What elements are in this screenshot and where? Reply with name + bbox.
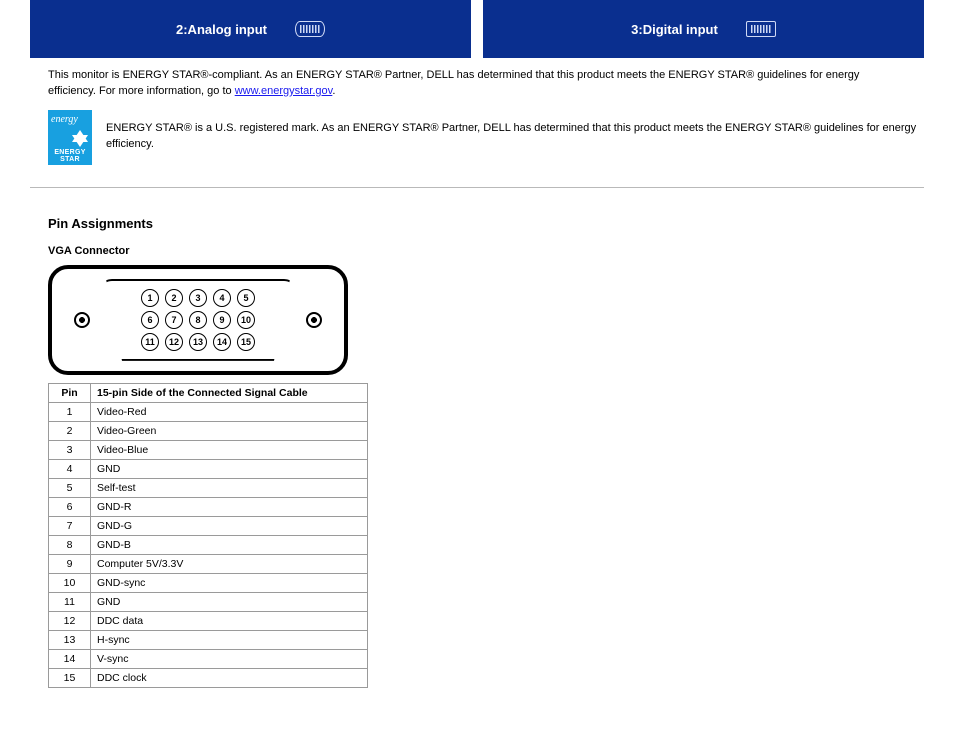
table-header-pin: Pin	[49, 383, 91, 402]
section-divider	[30, 187, 924, 188]
table-body: 1Video-Red 2Video-Green 3Video-Blue 4GND…	[49, 402, 368, 687]
digital-input-banner: 3:Digital input	[483, 0, 924, 58]
vga-screw-left	[74, 312, 90, 328]
table-row: 13H-sync	[49, 630, 368, 649]
cell-signal: Video-Blue	[91, 440, 368, 459]
table-row: 12DDC data	[49, 611, 368, 630]
vga-pin-row-3: 11 12 13 14 15	[141, 333, 255, 351]
energystar-link[interactable]: www.energystar.gov	[235, 85, 333, 97]
table-row: 15DDC clock	[49, 668, 368, 687]
digital-input-label: 3:Digital input	[631, 22, 718, 37]
table-row: 8GND-B	[49, 535, 368, 554]
cell-pin: 11	[49, 592, 91, 611]
vga-pin: 11	[141, 333, 159, 351]
vga-connector-heading: VGA Connector	[48, 245, 954, 257]
cell-pin: 2	[49, 421, 91, 440]
input-mode-banners: 2:Analog input 3:Digital input	[0, 0, 954, 58]
cell-signal: V-sync	[91, 649, 368, 668]
pin-assignments-heading: Pin Assignments	[48, 216, 954, 231]
cell-pin: 8	[49, 535, 91, 554]
cell-signal: Self-test	[91, 478, 368, 497]
cell-signal: GND-B	[91, 535, 368, 554]
vga-port-icon	[295, 21, 325, 37]
table-row: 10GND-sync	[49, 573, 368, 592]
table-row: 14V-sync	[49, 649, 368, 668]
vga-connector-diagram: 1 2 3 4 5 6 7 8 9 10 11 12 13 14 15	[48, 265, 348, 375]
vga-pin: 8	[189, 311, 207, 329]
vga-pin: 2	[165, 289, 183, 307]
cell-signal: DDC clock	[91, 668, 368, 687]
table-header-signal: 15-pin Side of the Connected Signal Cabl…	[91, 383, 368, 402]
energy-star-note: ENERGY STAR® is a U.S. registered mark. …	[106, 121, 924, 153]
cell-pin: 7	[49, 516, 91, 535]
star-icon	[72, 130, 88, 142]
vga-pin: 1	[141, 289, 159, 307]
vga-screw-right	[306, 312, 322, 328]
vga-pin: 3	[189, 289, 207, 307]
cell-signal: DDC data	[91, 611, 368, 630]
vga-pin: 14	[213, 333, 231, 351]
cell-signal: GND-sync	[91, 573, 368, 592]
cell-pin: 13	[49, 630, 91, 649]
cell-pin: 3	[49, 440, 91, 459]
energy-star-logo: ENERGY STAR	[48, 110, 92, 165]
cell-signal: GND-G	[91, 516, 368, 535]
cell-pin: 15	[49, 668, 91, 687]
vga-pin: 12	[165, 333, 183, 351]
cell-signal: Video-Red	[91, 402, 368, 421]
vga-pin: 10	[237, 311, 255, 329]
cell-pin: 10	[49, 573, 91, 592]
vga-pin-row-1: 1 2 3 4 5	[141, 289, 255, 307]
table-row: 11GND	[49, 592, 368, 611]
table-row: 1Video-Red	[49, 402, 368, 421]
table-row: 3Video-Blue	[49, 440, 368, 459]
cell-pin: 9	[49, 554, 91, 573]
vga-pin: 6	[141, 311, 159, 329]
cell-pin: 5	[49, 478, 91, 497]
analog-input-label: 2:Analog input	[176, 22, 267, 37]
cell-pin: 12	[49, 611, 91, 630]
analog-input-banner: 2:Analog input	[30, 0, 471, 58]
cell-signal: GND-R	[91, 497, 368, 516]
vga-pin: 13	[189, 333, 207, 351]
vga-pin: 4	[213, 289, 231, 307]
vga-pin-shell: 1 2 3 4 5 6 7 8 9 10 11 12 13 14 15	[98, 279, 298, 361]
vga-pin: 7	[165, 311, 183, 329]
cell-pin: 1	[49, 402, 91, 421]
table-row: 6GND-R	[49, 497, 368, 516]
cell-pin: 6	[49, 497, 91, 516]
cell-signal: Computer 5V/3.3V	[91, 554, 368, 573]
cell-signal: Video-Green	[91, 421, 368, 440]
dvi-port-icon	[746, 21, 776, 37]
cell-signal: GND	[91, 459, 368, 478]
energy-star-logo-square	[48, 110, 92, 148]
vga-pin-row-2: 6 7 8 9 10	[141, 311, 255, 329]
table-row: 5Self-test	[49, 478, 368, 497]
energy-star-logo-caption: ENERGY STAR	[48, 148, 92, 165]
vga-pin: 5	[237, 289, 255, 307]
energy-star-row: ENERGY STAR ENERGY STAR® is a U.S. regis…	[48, 110, 924, 165]
table-row: 7GND-G	[49, 516, 368, 535]
table-row: 9Computer 5V/3.3V	[49, 554, 368, 573]
vga-pin-table: Pin 15-pin Side of the Connected Signal …	[48, 383, 368, 688]
cell-signal: H-sync	[91, 630, 368, 649]
link-prefix: For more information, go to	[99, 85, 235, 97]
table-row: 2Video-Green	[49, 421, 368, 440]
vga-pin: 15	[237, 333, 255, 351]
cell-signal: GND	[91, 592, 368, 611]
table-row: 4GND	[49, 459, 368, 478]
table-header-row: Pin 15-pin Side of the Connected Signal …	[49, 383, 368, 402]
cell-pin: 14	[49, 649, 91, 668]
link-suffix: .	[332, 85, 335, 97]
vga-pin: 9	[213, 311, 231, 329]
cell-pin: 4	[49, 459, 91, 478]
energy-star-paragraph: This monitor is ENERGY STAR®-compliant. …	[48, 68, 908, 100]
